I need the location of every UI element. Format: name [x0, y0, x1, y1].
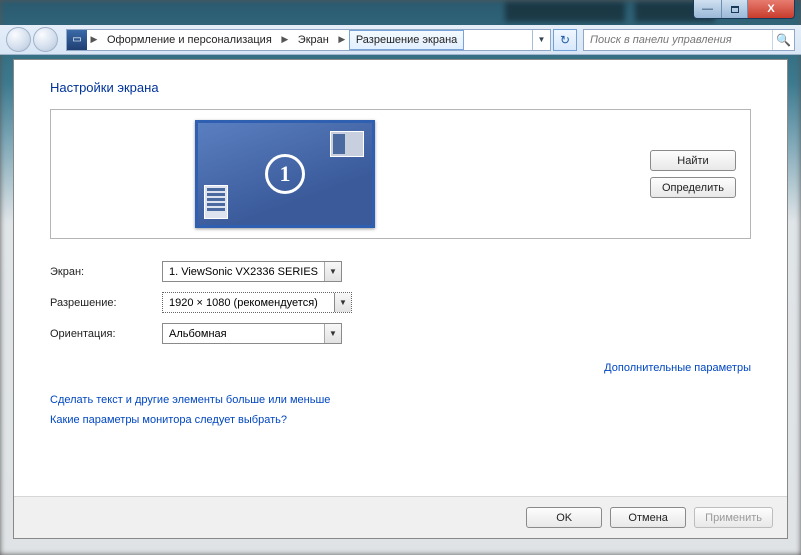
screen-value: 1. ViewSonic VX2336 SERIES — [163, 266, 324, 278]
search-input[interactable] — [584, 34, 772, 46]
preview-window-icon — [330, 131, 364, 157]
chevron-down-icon: ▼ — [334, 293, 351, 312]
dialog: Настройки экрана 1 Найти Определить Экра… — [13, 59, 788, 539]
chevron-down-icon: ▼ — [324, 324, 341, 343]
preview-list-icon — [204, 185, 228, 219]
close-button[interactable]: X — [748, 0, 794, 18]
dialog-content: Настройки экрана 1 Найти Определить Экра… — [14, 60, 787, 496]
orientation-combo[interactable]: Альбомная ▼ — [162, 323, 342, 344]
detect-button[interactable]: Определить — [650, 177, 736, 198]
refresh-button[interactable]: ↻ — [553, 29, 577, 51]
minimize-button[interactable]: — — [694, 0, 722, 18]
chevron-right-icon[interactable]: ▶ — [87, 30, 101, 50]
resolution-label: Разрешение: — [50, 297, 162, 309]
resolution-combo[interactable]: 1920 × 1080 (рекомендуется) ▼ — [162, 292, 352, 313]
breadcrumb-appearance[interactable]: Оформление и персонализация — [101, 30, 278, 50]
address-bar: ▭ ▶ Оформление и персонализация ▶ Экран … — [0, 25, 801, 55]
breadcrumb-resolution[interactable]: Разрешение экрана — [349, 30, 464, 50]
orientation-value: Альбомная — [163, 328, 324, 340]
monitor-number: 1 — [265, 154, 305, 194]
cancel-button[interactable]: Отмена — [610, 507, 686, 528]
control-panel-icon[interactable]: ▭ — [67, 30, 87, 50]
window-caption-buttons: — X — [693, 0, 795, 19]
chevron-down-icon: ▼ — [324, 262, 341, 281]
chevron-right-icon[interactable]: ▶ — [278, 30, 292, 50]
nav-back-button[interactable] — [6, 27, 31, 52]
apply-button[interactable]: Применить — [694, 507, 773, 528]
monitor-preview[interactable]: 1 — [195, 120, 375, 228]
search-box[interactable]: 🔍 — [583, 29, 795, 51]
dialog-footer: OK Отмена Применить — [14, 496, 787, 538]
breadcrumb: ▭ ▶ Оформление и персонализация ▶ Экран … — [66, 29, 551, 51]
chevron-right-icon[interactable]: ▶ — [335, 30, 349, 50]
monitor-preview-frame: 1 Найти Определить — [50, 109, 751, 239]
breadcrumb-display[interactable]: Экран — [292, 30, 335, 50]
which-settings-link[interactable]: Какие параметры монитора следует выбрать… — [50, 414, 751, 426]
screen-combo[interactable]: 1. ViewSonic VX2336 SERIES ▼ — [162, 261, 342, 282]
scale-text-link[interactable]: Сделать текст и другие элементы больше и… — [50, 394, 751, 406]
breadcrumb-history-dropdown[interactable]: ▼ — [532, 30, 550, 50]
advanced-settings-link[interactable]: Дополнительные параметры — [604, 362, 751, 374]
maximize-button[interactable] — [722, 0, 748, 18]
ok-button[interactable]: OK — [526, 507, 602, 528]
search-icon[interactable]: 🔍 — [772, 30, 794, 50]
resolution-value: 1920 × 1080 (рекомендуется) — [163, 297, 334, 309]
page-title: Настройки экрана — [50, 80, 751, 95]
orientation-label: Ориентация: — [50, 328, 162, 340]
find-button[interactable]: Найти — [650, 150, 736, 171]
screen-label: Экран: — [50, 266, 162, 278]
nav-forward-button[interactable] — [33, 27, 58, 52]
